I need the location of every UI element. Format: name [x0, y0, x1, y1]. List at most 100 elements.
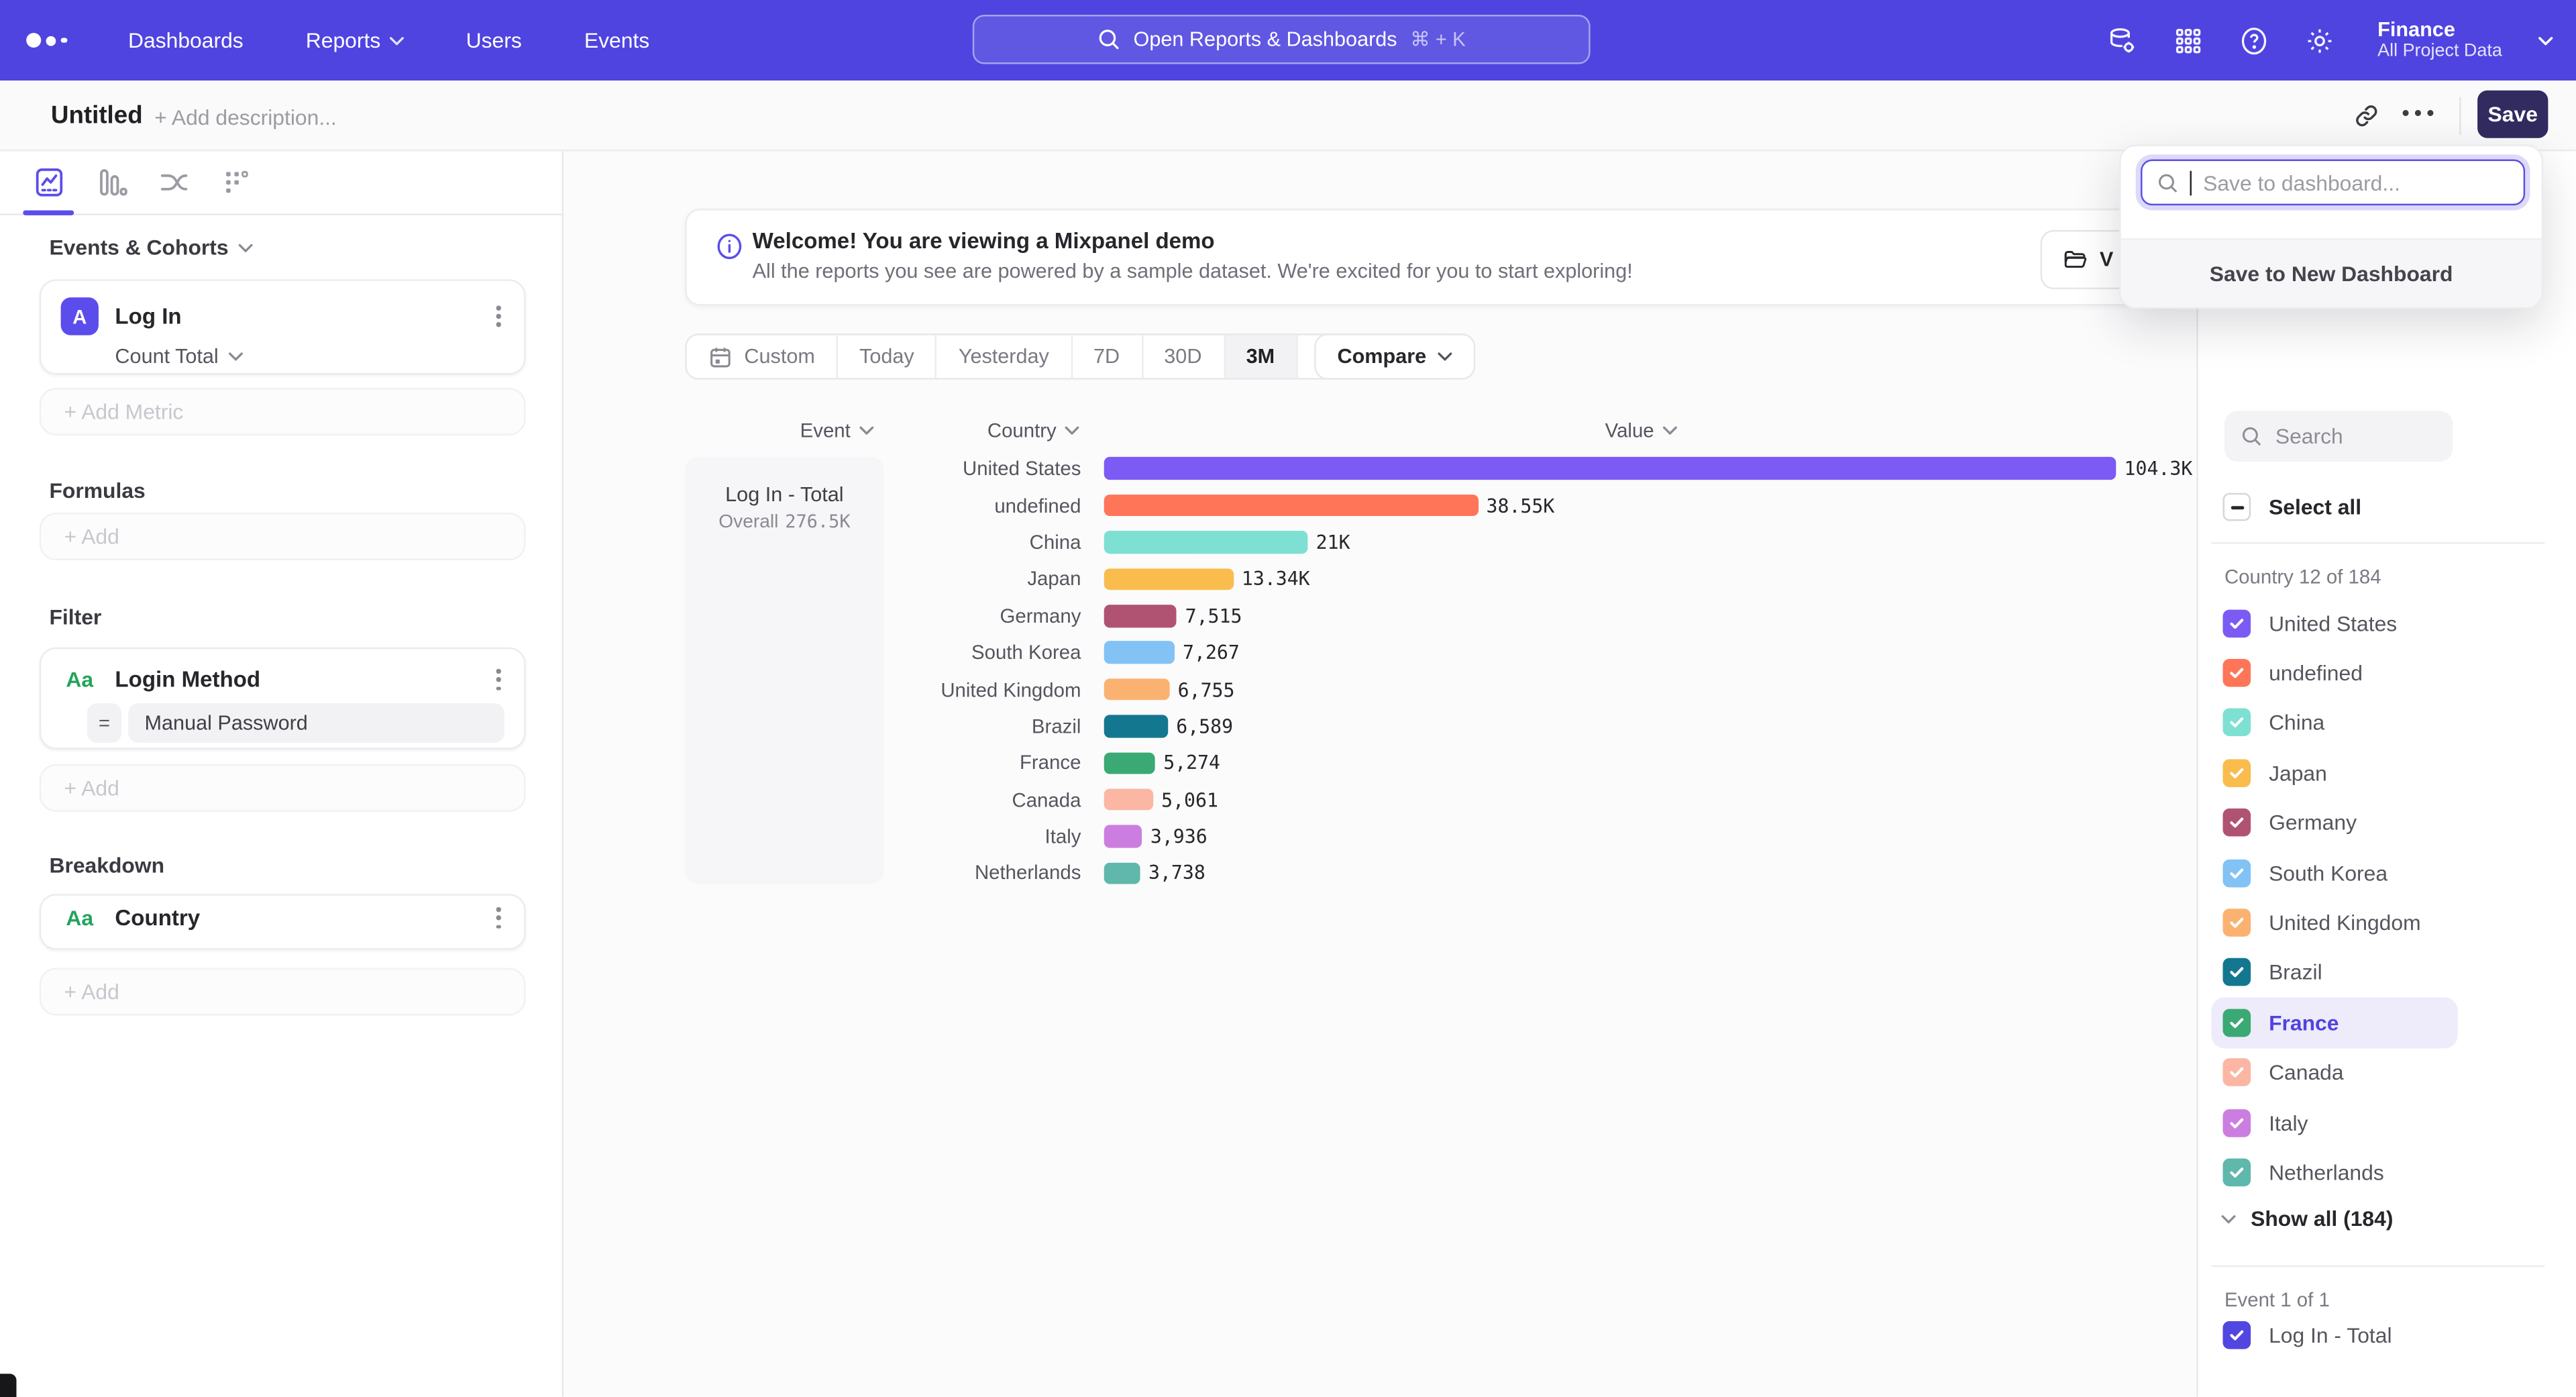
column-header-event[interactable]: Event [800, 419, 873, 442]
legend-item-united-kingdom[interactable]: United Kingdom [2211, 898, 2457, 947]
column-header-country[interactable]: Country [987, 419, 1079, 442]
bar-segment[interactable] [1104, 715, 1168, 737]
mixpanel-logo-icon[interactable] [26, 33, 82, 48]
legend-checkbox[interactable] [2222, 709, 2251, 737]
nav-item-users[interactable]: Users [466, 28, 522, 53]
legend-search-input[interactable]: Search [2224, 411, 2453, 462]
event-legend-item[interactable]: Log In - Total [2222, 1321, 2392, 1349]
legend-item-canada[interactable]: Canada [2211, 1047, 2457, 1097]
add-description-placeholder[interactable]: + Add description... [154, 105, 337, 130]
legend-checkbox[interactable] [2222, 959, 2251, 987]
date-range-7d[interactable]: 7D [1072, 335, 1142, 378]
legend-item-united-states[interactable]: United States [2211, 598, 2457, 648]
save-to-dashboard-input[interactable]: Save to dashboard... [2141, 160, 2525, 206]
bar-segment[interactable] [1104, 495, 1479, 517]
nav-item-reports[interactable]: Reports [306, 28, 404, 53]
metric-event-name[interactable]: Log In [115, 304, 476, 329]
date-range-today[interactable]: Today [838, 335, 937, 378]
legend-item-italy[interactable]: Italy [2211, 1098, 2457, 1147]
filter-value[interactable]: Manual Password [128, 704, 504, 743]
bar-segment[interactable] [1104, 752, 1155, 774]
tab-insights[interactable] [33, 166, 66, 199]
show-all-toggle[interactable]: Show all (184) [2221, 1206, 2393, 1231]
legend-checkbox[interactable] [2222, 759, 2251, 787]
legend-checkbox[interactable] [2222, 859, 2251, 887]
add-filter-button[interactable]: + Add [40, 764, 526, 812]
legend-checkbox[interactable] [2222, 809, 2251, 837]
settings-gear-icon[interactable] [2305, 25, 2334, 55]
more-actions-icon[interactable]: ••• [2402, 100, 2438, 125]
filter-card-login-method[interactable]: Aa Login Method = Manual Password [40, 648, 526, 749]
save-button[interactable]: Save [2477, 91, 2548, 138]
add-metric-button[interactable]: + Add Metric [40, 388, 526, 435]
bottom-left-fragment [0, 1374, 16, 1397]
save-to-new-dashboard-button[interactable]: Save to New Dashboard [2210, 261, 2453, 286]
bar-segment[interactable] [1104, 568, 1234, 590]
breakdown-kebab-menu-icon[interactable] [493, 904, 504, 933]
report-title[interactable]: Untitled [51, 102, 143, 130]
tab-funnels[interactable] [95, 166, 128, 199]
select-all-label: Select all [2269, 495, 2361, 519]
breakdown-property-name[interactable]: Country [115, 906, 476, 931]
app-viewport: Dashboards Reports Users Events Open Report… [0, 0, 2576, 1397]
legend-checkbox[interactable] [2222, 909, 2251, 937]
legend-checkbox[interactable] [2222, 609, 2251, 637]
date-range-yesterday[interactable]: Yesterday [937, 335, 1072, 378]
legend-item-netherlands[interactable]: Netherlands [2211, 1147, 2457, 1197]
bar-segment[interactable] [1104, 825, 1142, 847]
bar-segment[interactable] [1104, 641, 1175, 664]
bar-segment[interactable] [1104, 531, 1308, 554]
filter-property-name[interactable]: Login Method [115, 668, 476, 692]
legend-checkbox[interactable] [2222, 1008, 2251, 1037]
nav-item-events[interactable]: Events [584, 28, 649, 53]
select-all-row[interactable]: Select all [2222, 493, 2361, 521]
metric-card-log-in[interactable]: A Log In Count Total [40, 279, 526, 374]
filter-operator[interactable]: = [87, 704, 121, 743]
legend-item-france[interactable]: France [2211, 998, 2457, 1047]
bar-category-label: Germany [920, 605, 1081, 627]
bar-segment[interactable] [1104, 458, 2116, 480]
legend-item-undefined[interactable]: undefined [2211, 648, 2457, 698]
tab-retention[interactable] [220, 166, 253, 199]
breakdown-card-country[interactable]: Aa Country [40, 894, 526, 949]
legend-item-china[interactable]: China [2211, 698, 2457, 747]
top-nav: Dashboards Reports Users Events Open Report… [0, 0, 2576, 81]
copy-link-icon[interactable] [2353, 102, 2381, 130]
date-range-custom[interactable]: Custom [687, 335, 838, 378]
add-formula-button[interactable]: + Add [40, 513, 526, 560]
legend-checkbox[interactable] [2222, 659, 2251, 687]
series-summary-card[interactable]: Log In - Total Overall276.5K [685, 457, 883, 884]
bar-segment[interactable] [1104, 862, 1140, 884]
bar-segment[interactable] [1104, 788, 1153, 811]
date-range-30d[interactable]: 30D [1142, 335, 1224, 378]
project-switcher[interactable]: Finance All Project Data [2377, 18, 2502, 62]
project-chevron-down-icon[interactable] [2538, 36, 2553, 46]
metric-kebab-menu-icon[interactable] [493, 302, 504, 331]
add-breakdown-button[interactable]: + Add [40, 968, 526, 1015]
compare-button[interactable]: Compare [1314, 333, 1475, 380]
help-icon[interactable] [2239, 25, 2269, 55]
tab-flows[interactable] [158, 166, 191, 199]
events-cohorts-header[interactable]: Events & Cohorts [49, 235, 253, 260]
legend-label: Italy [2269, 1110, 2308, 1135]
event-checkbox[interactable] [2222, 1321, 2251, 1349]
legend-checkbox[interactable] [2222, 1108, 2251, 1137]
legend-item-brazil[interactable]: Brazil [2211, 947, 2457, 997]
data-management-icon[interactable] [2108, 25, 2138, 55]
date-range-3m[interactable]: 3M [1225, 335, 1298, 378]
global-search-button[interactable]: Open Reports & Dashboards ⌘ + K [973, 15, 1591, 64]
metric-aggregation[interactable]: Count Total [41, 335, 524, 388]
legend-item-japan[interactable]: Japan [2211, 748, 2457, 798]
legend-checkbox[interactable] [2222, 1159, 2251, 1187]
legend-checkbox[interactable] [2222, 1059, 2251, 1087]
bar-segment[interactable] [1104, 605, 1177, 627]
column-header-value[interactable]: Value [1605, 419, 1677, 442]
select-all-checkbox[interactable] [2222, 493, 2251, 521]
legend-item-germany[interactable]: Germany [2211, 798, 2457, 847]
nav-item-dashboards[interactable]: Dashboards [128, 28, 244, 53]
bar-segment[interactable] [1104, 678, 1170, 701]
filter-kebab-menu-icon[interactable] [493, 666, 504, 694]
legend-item-south-korea[interactable]: South Korea [2211, 848, 2457, 898]
apps-grid-icon[interactable] [2174, 25, 2203, 55]
overall-value: 276.5K [785, 511, 850, 533]
